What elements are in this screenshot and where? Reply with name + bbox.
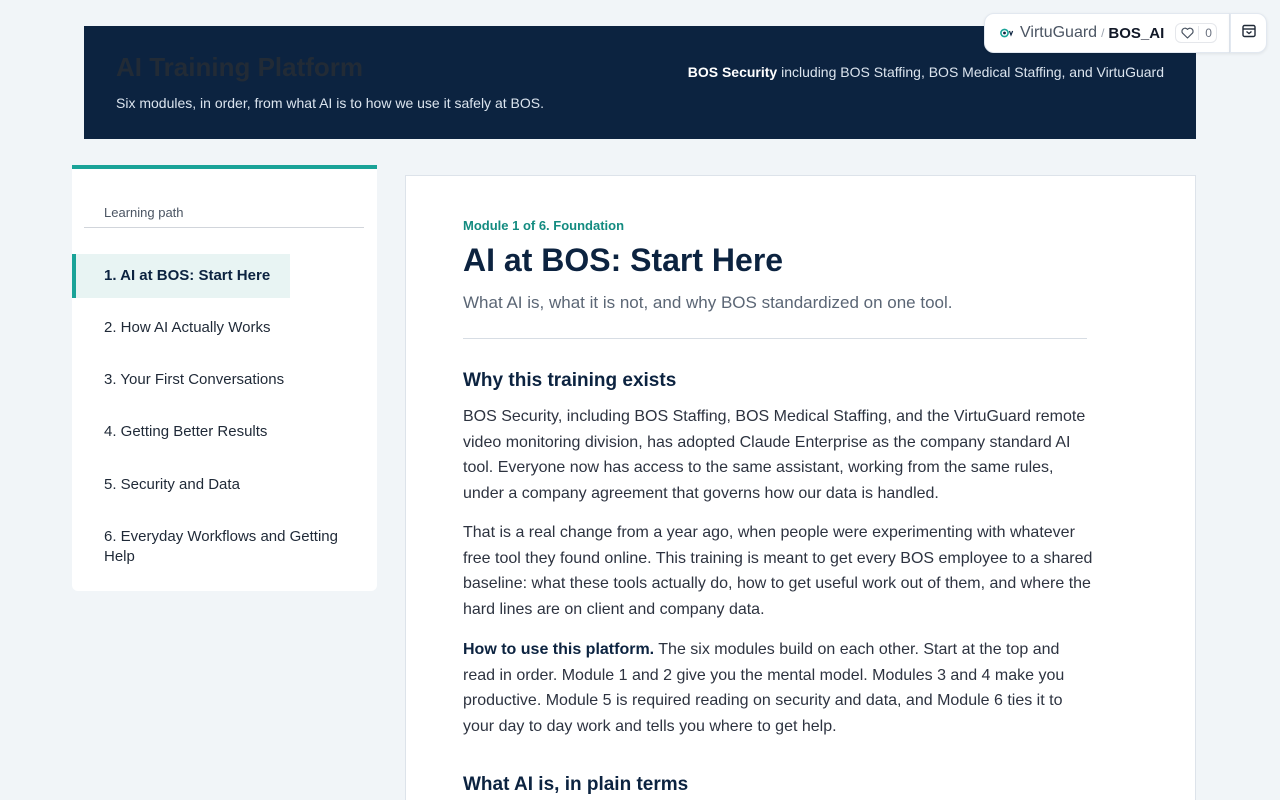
company-line: BOS Security including BOS Staffing, BOS… — [688, 64, 1164, 80]
sidebar-item-module-4[interactable]: 4. Getting Better Results — [72, 422, 352, 442]
learning-path-sidebar: Learning path 1. AI at BOS: Start Here 2… — [72, 165, 377, 591]
sidebar-item-label: 6. Everyday Workflows and Getting Help — [104, 528, 338, 565]
page-title: AI at BOS: Start Here — [463, 242, 784, 278]
org-link[interactable]: VirtuGuard — [1020, 24, 1097, 42]
section-heading: What AI is, in plain terms — [463, 774, 689, 795]
body-paragraph: BOS Security, including BOS Staffing, BO… — [463, 408, 1086, 503]
archive-button[interactable] — [1230, 13, 1267, 53]
section-heading: Why this training exists — [463, 370, 677, 391]
module-content: Module 1 of 6. Foundation AI at BOS: Sta… — [405, 175, 1196, 800]
module-eyebrow: Module 1 of 6. Foundation — [463, 218, 625, 233]
virtuguard-logo-icon — [999, 25, 1015, 41]
sidebar-heading: Learning path — [104, 205, 184, 220]
sidebar-divider — [84, 227, 364, 228]
sidebar-item-module-1[interactable]: 1. AI at BOS: Start Here — [72, 254, 290, 298]
like-count: 0 — [1198, 26, 1212, 40]
body-paragraph: How to use this platform. The six module… — [463, 637, 1093, 740]
project-breadcrumb: VirtuGuard / BOS_AI 0 — [984, 13, 1230, 53]
sidebar-item-label: 1. AI at BOS: Start Here — [104, 267, 271, 284]
page-subtitle: What AI is, what it is not, and why BOS … — [463, 293, 953, 312]
body-paragraph: That is a real change from a year ago, w… — [463, 524, 1093, 619]
platform-title: AI Training Platform — [116, 52, 364, 82]
sidebar-item-label: 3. Your First Conversations — [104, 371, 285, 388]
sidebar-item-module-3[interactable]: 3. Your First Conversations — [72, 370, 352, 390]
archive-box-icon — [1241, 23, 1257, 44]
content-divider — [463, 338, 1087, 339]
paragraph-lead: How to use this platform. — [463, 641, 655, 658]
like-button[interactable]: 0 — [1175, 23, 1217, 43]
sidebar-item-label: 4. Getting Better Results — [104, 423, 268, 440]
sidebar-item-module-2[interactable]: 2. How AI Actually Works — [72, 318, 352, 338]
platform-subtitle: Six modules, in order, from what AI is t… — [116, 95, 544, 111]
sidebar-item-module-5[interactable]: 5. Security and Data — [72, 475, 352, 495]
project-link[interactable]: BOS_AI — [1108, 25, 1164, 42]
heart-icon — [1180, 26, 1194, 40]
sidebar-item-module-6[interactable]: 6. Everyday Workflows and Getting Help — [72, 527, 352, 567]
sidebar-item-label: 5. Security and Data — [104, 476, 240, 493]
sidebar-item-label: 2. How AI Actually Works — [104, 319, 271, 336]
company-name: BOS Security — [687, 64, 778, 80]
breadcrumb-separator: / — [1101, 26, 1105, 40]
company-divisions: including BOS Staffing, BOS Medical Staf… — [777, 64, 1164, 80]
